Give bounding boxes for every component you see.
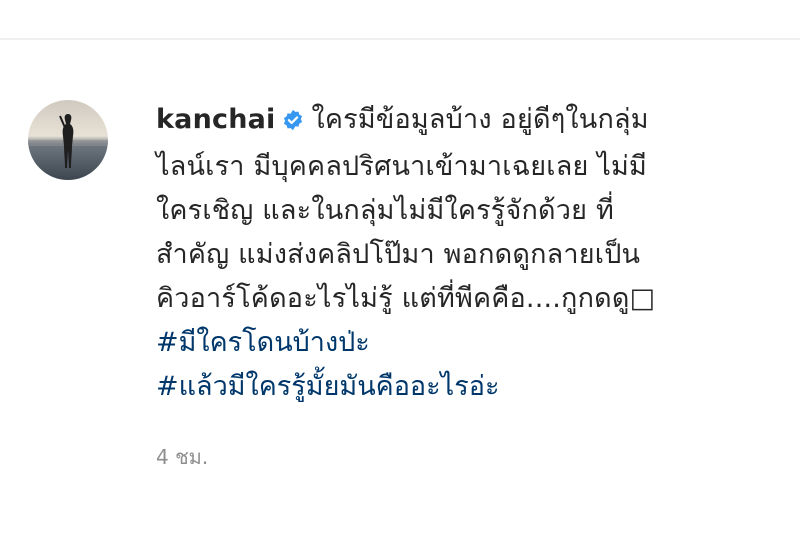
comment-line-3: ใครเชิญ และในกลุ่มไม่มีใครรู้จักด้วย ที่ xyxy=(156,195,614,226)
comment-timestamp: 4 ชม. xyxy=(156,445,209,469)
comment-line-4: สำคัญ แม่งส่งคลิปโป๊มา พอกดดูกลายเป็น xyxy=(156,239,641,270)
comment-line-2: ไลน์เรา มีบุคคลปริศนาเข้ามาเฉยเลย ไม่มี xyxy=(156,151,648,182)
avatar-image xyxy=(28,100,108,180)
avatar[interactable] xyxy=(28,100,108,180)
username[interactable]: kanchai xyxy=(156,104,276,135)
hashtag-1[interactable]: #มีใครโดนบ้างป่ะ xyxy=(156,321,776,365)
hashtag-2[interactable]: #แล้วมีใครรู้มั้ยมันคืออะไรอ่ะ xyxy=(156,365,776,409)
verified-badge-icon xyxy=(282,101,304,145)
top-divider xyxy=(0,38,800,40)
comment-text: kanchai ใครมีข้อมูลบ้าง อยู่ดีๆในกลุ่ม ไล… xyxy=(156,98,776,321)
comment-line-5: คิวอาร์โค้ดอะไรไม่รู้ แต่ที่พีคคือ....กู… xyxy=(156,283,656,314)
comment-line-text: ใครมีข้อมูลบ้าง อยู่ดีๆในกลุ่ม xyxy=(311,104,649,135)
comment: kanchai ใครมีข้อมูลบ้าง อยู่ดีๆในกลุ่ม ไล… xyxy=(28,98,788,473)
comment-line-1: kanchai ใครมีข้อมูลบ้าง อยู่ดีๆในกลุ่ม xyxy=(156,98,776,145)
comment-body: kanchai ใครมีข้อมูลบ้าง อยู่ดีๆในกลุ่ม ไล… xyxy=(156,98,776,473)
